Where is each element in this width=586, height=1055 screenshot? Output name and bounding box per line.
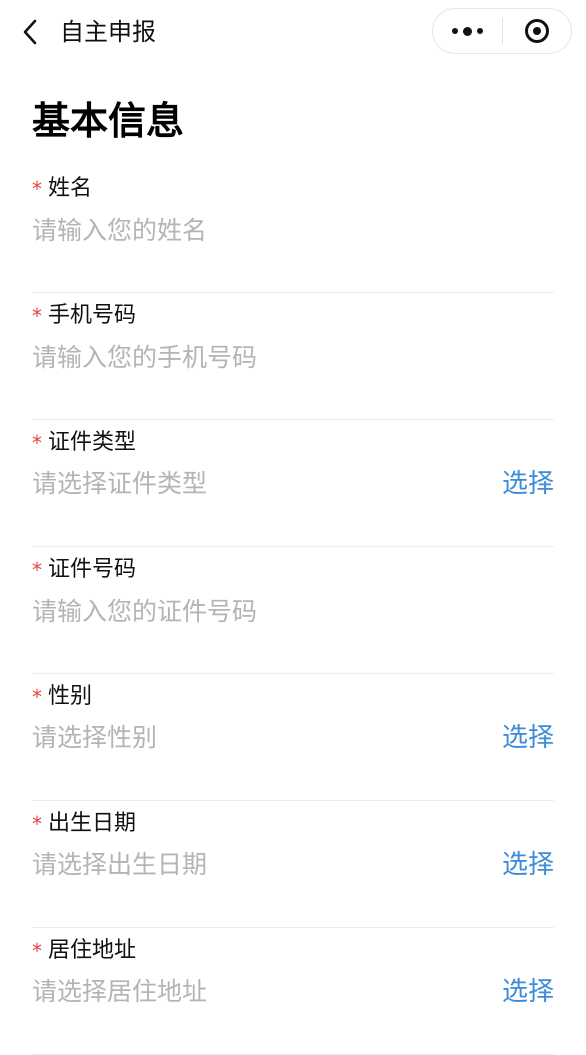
field-label-text: 出生日期	[48, 811, 137, 836]
field-label: * 证件类型	[32, 428, 136, 458]
field-label: * 手机号码	[32, 301, 136, 331]
page-title: 自主申报	[60, 18, 156, 46]
field-label: * 证件号码	[32, 555, 136, 585]
gender-select-button[interactable]: 选择	[502, 720, 554, 756]
field-name: * 姓名	[32, 166, 554, 293]
id-number-input[interactable]	[32, 591, 472, 631]
field-gender[interactable]: * 性别 请选择性别 选择	[32, 674, 554, 801]
required-mark: *	[32, 939, 42, 963]
address-select-button[interactable]: 选择	[502, 974, 554, 1010]
name-input[interactable]	[32, 210, 472, 250]
back-button[interactable]	[10, 12, 50, 52]
address-picker[interactable]: 请选择居住地址	[32, 974, 207, 1010]
mini-program-capsule	[432, 8, 572, 54]
field-label: * 姓名	[32, 174, 92, 204]
field-label-text: 性别	[48, 684, 93, 709]
field-label-text: 姓名	[48, 176, 93, 201]
target-circle-icon	[524, 19, 549, 43]
phone-input[interactable]	[32, 337, 472, 377]
section-title: 基本信息	[32, 99, 185, 143]
field-label-text: 证件号码	[48, 557, 137, 582]
field-phone: * 手机号码	[32, 293, 554, 420]
field-label-text: 居住地址	[48, 938, 137, 963]
required-mark: *	[32, 558, 42, 582]
required-mark: *	[32, 812, 42, 836]
close-button[interactable]	[503, 9, 572, 53]
id-type-select-button[interactable]: 选择	[502, 466, 554, 502]
field-id-type[interactable]: * 证件类型 请选择证件类型 选择	[32, 420, 554, 547]
field-id-number: * 证件号码	[32, 547, 554, 674]
required-mark: *	[32, 304, 42, 328]
id-type-picker[interactable]: 请选择证件类型	[32, 466, 207, 502]
chevron-left-icon	[23, 19, 37, 45]
field-label: * 居住地址	[32, 936, 136, 966]
more-dots-icon	[451, 26, 483, 36]
field-label: * 出生日期	[32, 809, 136, 839]
gender-picker[interactable]: 请选择性别	[32, 720, 157, 756]
field-address[interactable]: * 居住地址 请选择居住地址 选择	[32, 928, 554, 1055]
birth-date-select-button[interactable]: 选择	[502, 847, 554, 883]
required-mark: *	[32, 177, 42, 201]
field-label-text: 证件类型	[48, 430, 137, 455]
navigation-bar: 自主申报	[0, 0, 586, 64]
more-button[interactable]	[433, 9, 502, 53]
required-mark: *	[32, 685, 42, 709]
field-label-text: 手机号码	[48, 303, 137, 328]
field-label: * 性别	[32, 682, 92, 712]
birth-date-picker[interactable]: 请选择出生日期	[32, 847, 207, 883]
required-mark: *	[32, 431, 42, 455]
basic-info-form: * 姓名 * 手机号码 * 证件类型 请选择证件类型 选择 * 证件号码 * 性…	[32, 166, 554, 1055]
field-birth-date[interactable]: * 出生日期 请选择出生日期 选择	[32, 801, 554, 928]
